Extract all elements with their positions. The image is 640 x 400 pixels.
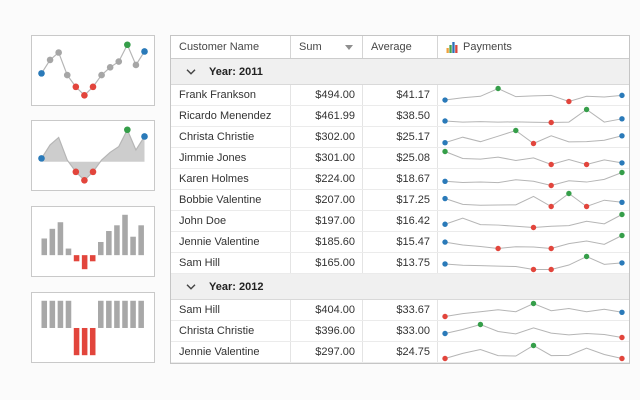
payments-sparkline-cell[interactable] xyxy=(438,127,629,147)
payments-sparkline xyxy=(438,232,629,252)
area-sparkline-preview xyxy=(32,121,154,190)
customer-name-cell[interactable]: Sam Hill xyxy=(171,300,291,320)
average-cell[interactable]: $38.50 xyxy=(363,106,438,126)
chevron-down-icon[interactable] xyxy=(186,284,196,290)
bar-sparkline-preview xyxy=(32,207,154,276)
table-row[interactable]: Jennie Valentine$297.00$24.75 xyxy=(171,342,629,363)
column-header-customer-name[interactable]: Customer Name xyxy=(171,36,291,58)
payments-sparkline xyxy=(438,253,629,273)
customer-name-cell[interactable]: Jimmie Jones xyxy=(171,148,291,168)
payments-sparkline xyxy=(438,190,629,210)
average-cell[interactable]: $33.67 xyxy=(363,300,438,320)
winloss-sparkline-preview xyxy=(32,293,154,362)
customer-name-cell[interactable]: Ricardo Menendez xyxy=(171,106,291,126)
sum-cell[interactable]: $494.00 xyxy=(291,85,363,105)
customer-name-cell[interactable]: Christa Christie xyxy=(171,321,291,341)
payments-sparkline-cell[interactable] xyxy=(438,85,629,105)
group-row-label: Year: 2012 xyxy=(209,281,263,293)
column-label-sum: Sum xyxy=(299,36,322,58)
customers-grid: Customer Name Sum Average Payments Year:… xyxy=(170,35,630,364)
average-cell[interactable]: $13.75 xyxy=(363,253,438,273)
average-cell[interactable]: $41.17 xyxy=(363,85,438,105)
group-row-label: Year: 2011 xyxy=(209,66,263,78)
payments-sparkline-cell[interactable] xyxy=(438,321,629,341)
chevron-down-icon[interactable] xyxy=(186,69,196,75)
table-row[interactable]: Frank Frankson$494.00$41.17 xyxy=(171,85,629,106)
table-row[interactable]: Jennie Valentine$185.60$15.47 xyxy=(171,232,629,253)
sum-cell[interactable]: $461.99 xyxy=(291,106,363,126)
average-cell[interactable]: $33.00 xyxy=(363,321,438,341)
payments-sparkline xyxy=(438,211,629,231)
payments-sparkline-cell[interactable] xyxy=(438,148,629,168)
sum-cell[interactable]: $224.00 xyxy=(291,169,363,189)
average-cell[interactable]: $25.17 xyxy=(363,127,438,147)
thumbnail-bar-sparkline[interactable] xyxy=(31,206,155,277)
sum-cell[interactable]: $404.00 xyxy=(291,300,363,320)
sum-cell[interactable]: $396.00 xyxy=(291,321,363,341)
average-cell[interactable]: $17.25 xyxy=(363,190,438,210)
customer-name-cell[interactable]: John Doe xyxy=(171,211,291,231)
column-label-payments: Payments xyxy=(463,36,512,58)
table-row[interactable]: Ricardo Menendez$461.99$38.50 xyxy=(171,106,629,127)
average-cell[interactable]: $25.08 xyxy=(363,148,438,168)
payments-sparkline xyxy=(438,342,629,362)
payments-sparkline-cell[interactable] xyxy=(438,190,629,210)
column-header-average[interactable]: Average xyxy=(363,36,438,58)
customer-name-cell[interactable]: Jennie Valentine xyxy=(171,342,291,362)
payments-sparkline xyxy=(438,321,629,341)
average-cell[interactable]: $18.67 xyxy=(363,169,438,189)
group-row-2012[interactable]: Year: 2012 xyxy=(171,274,629,300)
customer-name-cell[interactable]: Sam Hill xyxy=(171,253,291,273)
table-row[interactable]: Christa Christie$396.00$33.00 xyxy=(171,321,629,342)
bar-chart-icon xyxy=(446,41,458,53)
payments-sparkline-cell[interactable] xyxy=(438,342,629,362)
average-cell[interactable]: $15.47 xyxy=(363,232,438,252)
thumbnail-line-sparkline[interactable] xyxy=(31,35,155,106)
column-header-sum[interactable]: Sum xyxy=(291,36,363,58)
table-row[interactable]: Sam Hill$404.00$33.67 xyxy=(171,300,629,321)
sum-cell[interactable]: $297.00 xyxy=(291,342,363,362)
thumbnail-winloss-sparkline[interactable] xyxy=(31,292,155,363)
table-row[interactable]: Karen Holmes$224.00$18.67 xyxy=(171,169,629,190)
customer-name-cell[interactable]: Karen Holmes xyxy=(171,169,291,189)
payments-sparkline-cell[interactable] xyxy=(438,253,629,273)
payments-sparkline xyxy=(438,148,629,168)
table-row[interactable]: Christa Christie$302.00$25.17 xyxy=(171,127,629,148)
sum-cell[interactable]: $302.00 xyxy=(291,127,363,147)
customer-name-cell[interactable]: Christa Christie xyxy=(171,127,291,147)
grid-body: Year: 2011Frank Frankson$494.00$41.17Ric… xyxy=(171,59,629,363)
payments-sparkline-cell[interactable] xyxy=(438,300,629,320)
customer-name-cell[interactable]: Frank Frankson xyxy=(171,85,291,105)
sum-cell[interactable]: $301.00 xyxy=(291,148,363,168)
column-label-customer-name: Customer Name xyxy=(179,36,259,58)
table-row[interactable]: Jimmie Jones$301.00$25.08 xyxy=(171,148,629,169)
table-row[interactable]: John Doe$197.00$16.42 xyxy=(171,211,629,232)
line-sparkline-preview xyxy=(32,36,154,105)
table-row[interactable]: Bobbie Valentine$207.00$17.25 xyxy=(171,190,629,211)
group-row-2011[interactable]: Year: 2011 xyxy=(171,59,629,85)
payments-sparkline-cell[interactable] xyxy=(438,232,629,252)
customer-name-cell[interactable]: Jennie Valentine xyxy=(171,232,291,252)
average-cell[interactable]: $24.75 xyxy=(363,342,438,362)
grid-header: Customer Name Sum Average Payments xyxy=(171,36,629,59)
sum-cell[interactable]: $197.00 xyxy=(291,211,363,231)
payments-sparkline xyxy=(438,169,629,189)
customer-name-cell[interactable]: Bobbie Valentine xyxy=(171,190,291,210)
table-row[interactable]: Sam Hill$165.00$13.75 xyxy=(171,253,629,274)
payments-sparkline xyxy=(438,85,629,105)
thumbnail-area-sparkline[interactable] xyxy=(31,120,155,191)
payments-sparkline-cell[interactable] xyxy=(438,106,629,126)
average-cell[interactable]: $16.42 xyxy=(363,211,438,231)
column-header-payments[interactable]: Payments xyxy=(438,36,629,58)
payments-sparkline-cell[interactable] xyxy=(438,169,629,189)
sort-descending-icon xyxy=(345,45,353,50)
payments-sparkline xyxy=(438,106,629,126)
column-label-average: Average xyxy=(371,36,412,58)
payments-sparkline xyxy=(438,127,629,147)
payments-sparkline xyxy=(438,300,629,320)
payments-sparkline-cell[interactable] xyxy=(438,211,629,231)
sum-cell[interactable]: $165.00 xyxy=(291,253,363,273)
sum-cell[interactable]: $185.60 xyxy=(291,232,363,252)
sum-cell[interactable]: $207.00 xyxy=(291,190,363,210)
